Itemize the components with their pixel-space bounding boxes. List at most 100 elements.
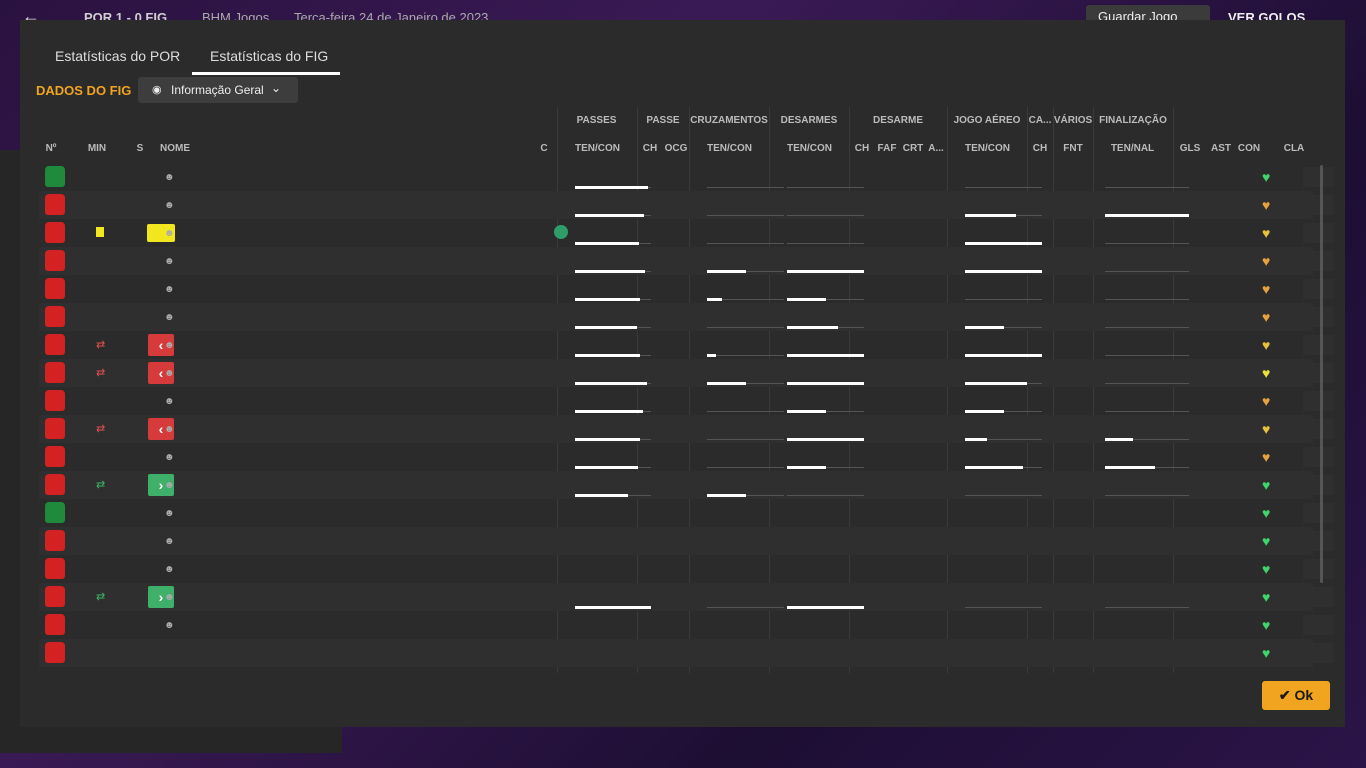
table-row[interactable]: ⇄ › ☻ ♥	[39, 471, 1333, 499]
stat-bar-fill	[965, 242, 1042, 245]
scrollbar[interactable]	[1320, 165, 1323, 583]
group-header: FINALIZAÇÃO	[1099, 115, 1167, 126]
stat-bar-track	[707, 327, 784, 328]
group-header: CA...	[1028, 115, 1052, 126]
stat-bar-fill	[575, 494, 628, 497]
shirt-icon	[45, 530, 65, 551]
eye-icon: ◉	[152, 84, 162, 96]
shirt-icon	[45, 362, 65, 383]
table-row[interactable]: ⇄ ‹ ☻ ♥	[39, 415, 1333, 443]
column-header-c: C	[540, 143, 548, 154]
table-row[interactable]: ⇄ ‹ ☻ ♥	[39, 331, 1333, 359]
condition-heart-icon: ♥	[1262, 281, 1271, 297]
stat-bar-fill	[787, 298, 826, 301]
shirt-icon	[45, 474, 65, 495]
stat-bar-fill	[965, 438, 987, 441]
group-header: DESARMES	[780, 115, 838, 126]
rating-value	[1303, 643, 1333, 663]
stat-bar-fill	[575, 214, 644, 217]
stat-bar-track	[707, 411, 784, 412]
group-header: PASSE	[646, 115, 680, 126]
stat-bar-fill	[965, 214, 1016, 217]
stats-tabs: Estatísticas do POR Estatísticas do FIG	[20, 20, 1345, 76]
ok-button[interactable]: ✔ Ok	[1262, 681, 1330, 710]
table-row[interactable]: ☻ ♥	[39, 191, 1333, 219]
table-row[interactable]: ⇄ ‹ ☻ ♥	[39, 359, 1333, 387]
column-header-cla: CLA	[1283, 143, 1305, 154]
shirt-icon	[45, 446, 65, 467]
shirt-icon	[45, 390, 65, 411]
stat-bar-track	[707, 243, 784, 244]
condition-heart-icon: ♥	[1262, 421, 1271, 437]
condition-heart-icon: ♥	[1262, 617, 1271, 633]
condition-heart-icon: ♥	[1262, 449, 1271, 465]
table-row[interactable]: ☻ ♥	[39, 247, 1333, 275]
stat-bar-track	[1105, 383, 1189, 384]
table-row[interactable]: ☻ ♥	[39, 611, 1333, 639]
tab-fig-stats[interactable]: Estatísticas do FIG	[210, 48, 328, 64]
yellow-card-icon	[96, 227, 104, 237]
stat-bar-fill	[965, 270, 1042, 273]
rating-value	[1303, 195, 1333, 215]
captain-badge	[554, 225, 568, 239]
table-row[interactable]: ☻ ♥	[39, 443, 1333, 471]
stat-bar-track	[707, 467, 784, 468]
table-row[interactable]: ☻ ♥	[39, 163, 1333, 191]
rating-value	[1303, 363, 1333, 383]
stat-bar-fill	[965, 466, 1023, 469]
table-row[interactable]: ☻ ♥	[39, 387, 1333, 415]
table-row[interactable]: ☻ ♥	[39, 527, 1333, 555]
table-row[interactable]: ♥	[39, 639, 1333, 667]
stat-bar-track	[707, 439, 784, 440]
stat-bar-track	[1105, 495, 1189, 496]
rating-value	[1303, 419, 1333, 439]
column-header-tackles: TEN/CON	[787, 143, 832, 154]
stat-bar-track	[1105, 327, 1189, 328]
section-title: DADOS DO FIG	[36, 83, 132, 98]
column-header-s: S	[136, 143, 144, 154]
shirt-icon	[45, 222, 65, 243]
stat-bar-fill	[707, 298, 722, 301]
condition-heart-icon: ♥	[1262, 505, 1271, 521]
stat-bar-fill	[965, 354, 1042, 357]
group-header: VÁRIOS	[1053, 115, 1093, 126]
stat-bar-track	[787, 215, 864, 216]
table-row[interactable]: ☻ ♥	[39, 555, 1333, 583]
stat-bar-fill	[707, 494, 746, 497]
stat-bar-fill	[787, 606, 864, 609]
table-row[interactable]: ☻ ♥	[39, 219, 1333, 247]
tab-por-stats[interactable]: Estatísticas do POR	[55, 48, 180, 64]
stat-bar-fill	[575, 354, 640, 357]
rating-value	[1303, 251, 1333, 271]
stat-bar-fill	[1105, 466, 1155, 469]
stat-bar-fill	[575, 606, 651, 609]
table-row[interactable]: ☻ ♥	[39, 499, 1333, 527]
stat-bar-track	[1105, 299, 1189, 300]
shirt-icon	[45, 194, 65, 215]
stat-bar-fill	[787, 382, 864, 385]
stat-bar-fill	[575, 270, 645, 273]
stat-bar-fill	[787, 354, 864, 357]
rating-value	[1303, 503, 1333, 523]
column-header-ast: AST	[1211, 143, 1231, 154]
stats-modal: Estatísticas do POR Estatísticas do FIG …	[20, 20, 1345, 727]
condition-heart-icon: ♥	[1262, 337, 1271, 353]
condition-heart-icon: ♥	[1262, 589, 1271, 605]
table-row[interactable]: ☻ ♥	[39, 275, 1333, 303]
view-selector-dropdown[interactable]: ◉ Informação Geral ⌄	[138, 77, 298, 103]
stat-bar-fill	[575, 438, 640, 441]
table-row[interactable]: ☻ ♥	[39, 303, 1333, 331]
player-pic-icon: ☻	[164, 340, 175, 351]
stat-bar-track	[965, 299, 1042, 300]
shirt-icon	[45, 642, 65, 663]
rating-value	[1303, 279, 1333, 299]
column-header-des_crt: CRT	[902, 143, 924, 154]
substitution-icon: ⇄	[96, 423, 106, 435]
column-header-con: CON	[1237, 143, 1261, 154]
shirt-icon	[45, 586, 65, 607]
table-row[interactable]: ⇄ › ☻ ♥	[39, 583, 1333, 611]
condition-heart-icon: ♥	[1262, 645, 1271, 661]
condition-heart-icon: ♥	[1262, 393, 1271, 409]
stat-bar-track	[707, 607, 784, 608]
stat-bar-fill	[787, 410, 826, 413]
